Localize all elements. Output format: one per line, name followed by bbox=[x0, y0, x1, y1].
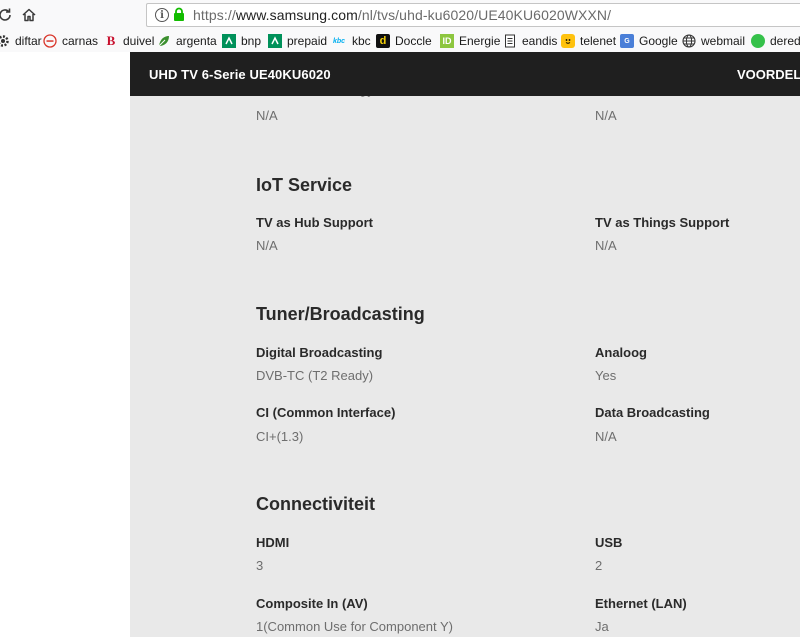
address-bar[interactable]: i https://www.samsung.com/nl/tvs/uhd-ku6… bbox=[146, 3, 800, 27]
bookmark-google[interactable]: G Google bbox=[620, 33, 678, 49]
voordelen-link[interactable]: VOORDELEN bbox=[737, 67, 800, 82]
spec-label: Ethernet (LAN) bbox=[595, 596, 687, 611]
bookmark-dereda[interactable]: dereda bbox=[751, 33, 800, 49]
spec-value: 3 bbox=[256, 558, 264, 573]
bookmarks-bar: diftar carnas B duivel argenta bnp prepa… bbox=[0, 30, 800, 52]
section-title-iot: IoT Service bbox=[256, 175, 353, 195]
bookmark-prepaid[interactable]: prepaid bbox=[268, 33, 327, 49]
spec-label: Analoog bbox=[595, 345, 647, 360]
spec-value: DVB-TC (T2 Ready) bbox=[256, 368, 374, 383]
b-logo-icon: B bbox=[106, 33, 116, 48]
spec-label: Digital Broadcasting bbox=[256, 345, 383, 360]
spec-value: N/A bbox=[256, 238, 278, 253]
id-logo-icon: ID bbox=[440, 34, 454, 48]
kbc-logo-icon: kbc bbox=[332, 37, 346, 45]
section-title-tuner: Tuner/Broadcasting bbox=[256, 304, 425, 324]
spec-value: N/A bbox=[595, 238, 617, 253]
bookmark-bnp[interactable]: bnp bbox=[222, 33, 261, 49]
bookmark-label: webmail bbox=[701, 34, 746, 48]
bookmark-label: telenet bbox=[580, 34, 617, 48]
url-text[interactable]: https://www.samsung.com/nl/tvs/uhd-ku602… bbox=[193, 7, 611, 23]
url-path: /nl/tvs/uhd-ku6020/UE40KU6020WXXN/ bbox=[357, 7, 612, 23]
bnp-logo-icon bbox=[222, 34, 236, 48]
bookmark-carnas[interactable]: carnas bbox=[43, 33, 98, 49]
reload-icon[interactable] bbox=[0, 4, 16, 26]
site-header: UHD TV 6-Serie UE40KU6020 VOORDELEN bbox=[130, 52, 800, 96]
info-icon[interactable]: i bbox=[155, 8, 169, 22]
clipped-spec-label: Motion Technology bbox=[256, 96, 386, 99]
url-domain: www.samsung.com bbox=[235, 7, 358, 23]
spec-label: TV as Hub Support bbox=[256, 215, 373, 230]
spec-label: Composite In (AV) bbox=[256, 596, 368, 611]
spec-label: CI (Common Interface) bbox=[256, 405, 396, 420]
bookmark-label: Energie bbox=[459, 34, 501, 48]
spec-value: N/A bbox=[595, 429, 617, 444]
minus-circle-icon bbox=[43, 34, 57, 48]
spec-value: 1(Common Use for Component Y) bbox=[256, 619, 454, 634]
bookmark-diftar[interactable]: diftar bbox=[0, 33, 42, 49]
spec-label: Data Broadcasting bbox=[595, 405, 710, 420]
bookmark-kbc[interactable]: kbc kbc bbox=[331, 33, 371, 49]
bookmark-label: Google bbox=[639, 34, 678, 48]
bookmark-label: kbc bbox=[352, 34, 371, 48]
bookmark-argenta[interactable]: argenta bbox=[157, 33, 217, 49]
green-circle-icon bbox=[751, 34, 765, 48]
section-title-connectivity: Connectiviteit bbox=[256, 494, 376, 514]
bookmark-label: Doccle bbox=[395, 34, 432, 48]
bookmark-energie[interactable]: ID Energie bbox=[440, 33, 500, 49]
bookmark-label: diftar bbox=[15, 34, 42, 48]
bookmark-webmail[interactable]: webmail bbox=[682, 33, 745, 49]
spec-value: 2 bbox=[595, 558, 603, 573]
bookmark-label: argenta bbox=[176, 34, 217, 48]
bnp-logo-icon bbox=[268, 34, 282, 48]
google-icon: G bbox=[620, 34, 634, 48]
globe-icon bbox=[682, 34, 696, 48]
page-margin bbox=[0, 52, 130, 637]
spec-value: N/A bbox=[595, 108, 617, 123]
spec-value: N/A bbox=[256, 108, 278, 123]
bookmark-eandis[interactable]: eandis bbox=[503, 33, 557, 49]
spec-label: USB bbox=[595, 535, 623, 550]
product-title: UHD TV 6-Serie UE40KU6020 bbox=[149, 67, 331, 82]
home-icon[interactable] bbox=[18, 4, 40, 26]
leaf-icon bbox=[157, 34, 171, 48]
doccle-logo-icon: d bbox=[376, 34, 390, 48]
bookmark-label: carnas bbox=[62, 34, 99, 48]
spec-value: Ja bbox=[595, 619, 609, 634]
gear-icon bbox=[0, 34, 10, 48]
telenet-logo-icon bbox=[561, 34, 575, 48]
browser-toolbar: i https://www.samsung.com/nl/tvs/uhd-ku6… bbox=[0, 0, 800, 30]
url-scheme: https:// bbox=[193, 7, 236, 23]
spec-label: HDMI bbox=[256, 535, 290, 550]
bookmark-telenet[interactable]: telenet bbox=[561, 33, 616, 49]
spec-content: Motion Technology N/A N/A IoT Service TV… bbox=[130, 96, 800, 637]
bookmark-label: prepaid bbox=[287, 34, 328, 48]
spec-value: CI+(1.3) bbox=[256, 429, 304, 444]
spec-label: TV as Things Support bbox=[595, 215, 730, 230]
bookmark-label: duivel bbox=[123, 34, 155, 48]
bookmark-duivel[interactable]: B duivel bbox=[104, 33, 155, 49]
bookmark-doccle[interactable]: d Doccle bbox=[376, 33, 432, 49]
lock-icon[interactable] bbox=[173, 7, 185, 27]
spec-value: Yes bbox=[595, 368, 617, 383]
bookmark-label: bnp bbox=[241, 34, 262, 48]
bookmark-label: eandis bbox=[522, 34, 558, 48]
document-icon bbox=[503, 34, 517, 48]
bookmark-label: dereda bbox=[770, 34, 800, 48]
